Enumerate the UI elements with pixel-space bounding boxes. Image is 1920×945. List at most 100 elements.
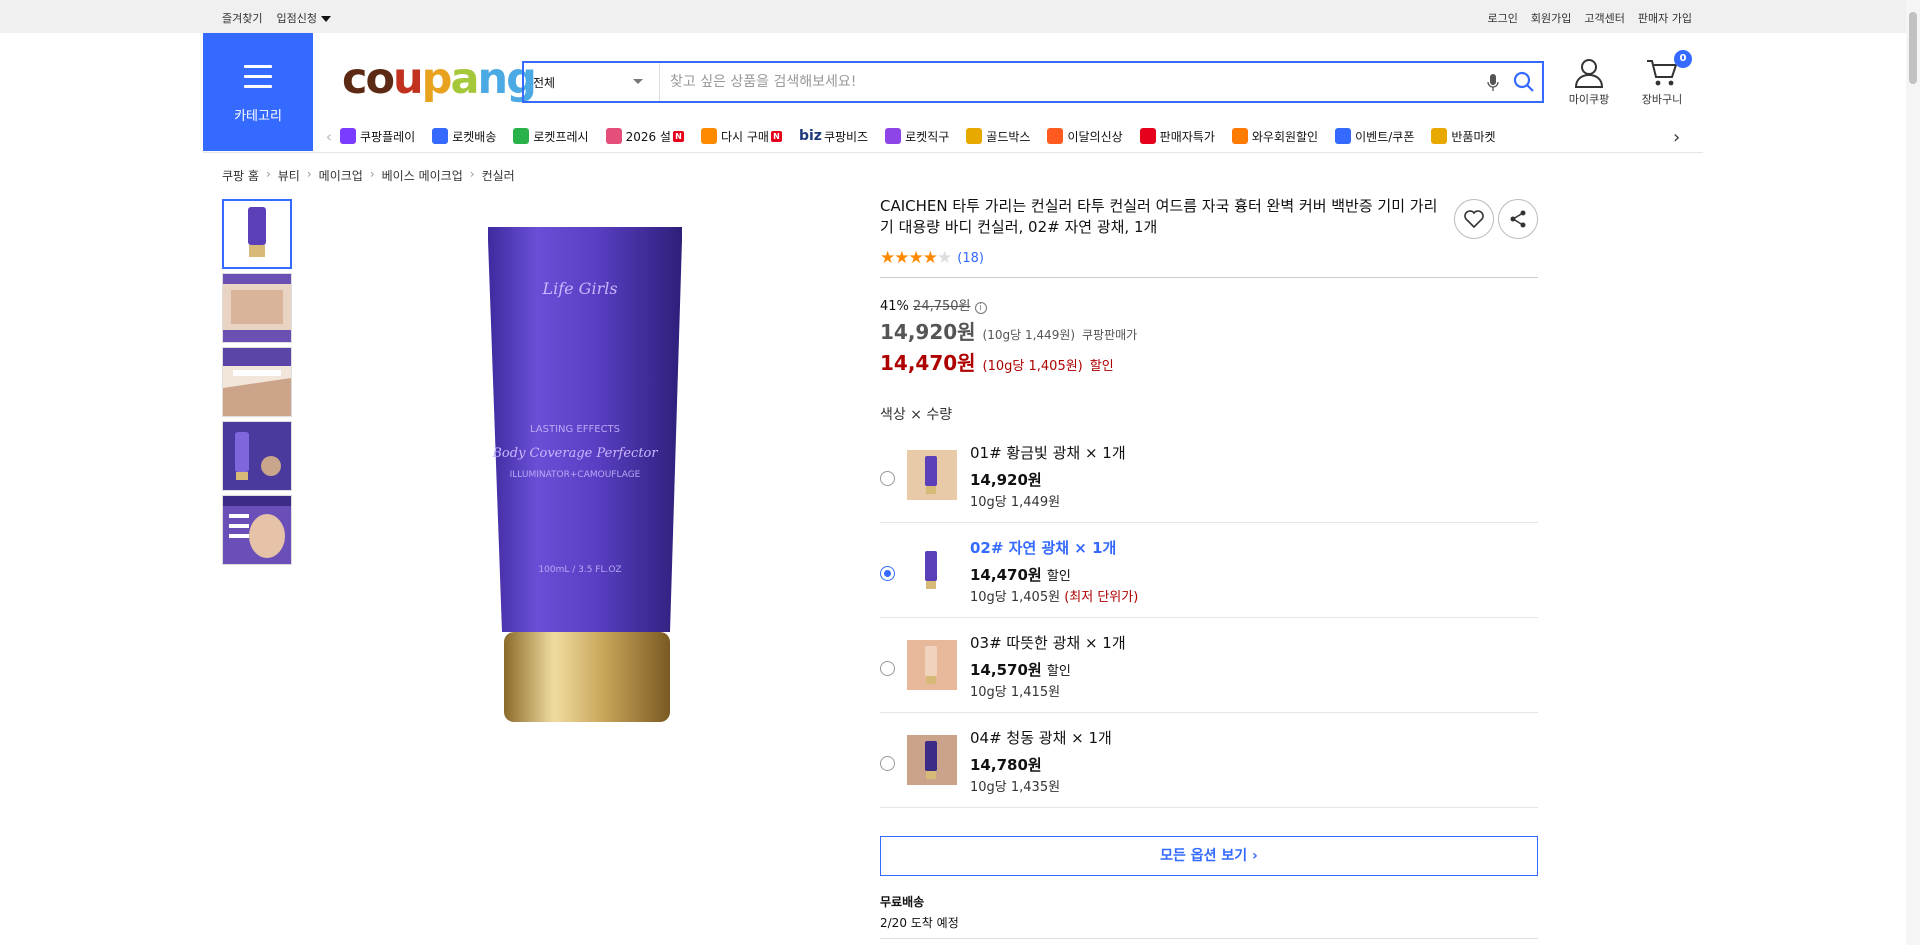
option-unit: 10g당 1,435원 [970,780,1061,795]
thumbnail-3[interactable] [222,347,292,417]
nav-item-7[interactable]: 골드박스 [966,128,1030,145]
new-badge: N [770,130,782,142]
seller-apply-link[interactable]: 입점신청 [276,10,331,26]
chevron-right-icon: › [369,167,375,181]
nav-item-2[interactable]: 로켓프레시 [513,128,589,145]
category-menu-button[interactable]: 카테고리 [203,33,313,151]
share-button[interactable] [1498,199,1538,239]
option-note: (최저 단위가) [1064,590,1139,605]
wishlist-button[interactable] [1454,199,1494,239]
option-list: 01# 황금빛 광채 × 1개 14,920원 10g당 1,449원 02# 자… [880,428,1538,808]
tube-text-4: 100mL / 3.5 FL.OZ [538,565,621,575]
star-icon: ★ [880,248,895,268]
nav-item-5[interactable]: biz 쿠팡비즈 [799,128,868,145]
top-utility-bar: 즐겨찾기 입점신청 로그인 회원가입 고객센터 판매자 가입 [0,0,1920,33]
search-icon[interactable] [1512,70,1536,94]
breadcrumb-item[interactable]: 컨실러 [482,167,515,184]
option-item[interactable]: 03# 따뜻한 광채 × 1개 14,570원 할인 10g당 1,415원 [880,618,1538,713]
nav-item-label: 쿠팡플레이 [360,129,416,144]
rating-row[interactable]: ★★★★★ (18) [880,248,1538,268]
seller-signup-link[interactable]: 판매자 가입 [1638,10,1692,26]
shipping-divider [880,938,1538,939]
nav-item-label: 2026 설 [625,129,671,144]
option-radio[interactable] [880,566,895,581]
nav-item-11[interactable]: 이벤트/쿠폰 [1335,128,1414,145]
microphone-icon[interactable] [1486,73,1500,93]
nav-item-icon [1231,128,1248,144]
discount-rate: 41% [880,299,909,314]
nav-item-6[interactable]: 로켓직구 [885,128,949,145]
info-icon[interactable]: i [974,302,987,314]
thumbnail-4[interactable] [222,421,292,491]
nav-item-4[interactable]: 다시 구매 N [700,128,782,145]
option-radio[interactable] [880,471,895,486]
nav-item-10[interactable]: 와우회원할인 [1231,128,1318,145]
search-bar: 전체 [522,61,1544,103]
scrollbar-thumb[interactable] [1909,12,1917,84]
thumbnail-2[interactable] [222,273,292,343]
nav-item-8[interactable]: 이달의신상 [1047,128,1123,145]
option-price: 14,780원 [970,756,1042,774]
nav-next-icon[interactable]: › [1673,127,1680,148]
search-input[interactable] [664,65,1454,99]
chevron-down-icon [633,79,643,84]
star-icon: ★ [922,248,938,268]
nav-item-12[interactable]: 반품마켓 [1431,128,1496,145]
coupang-logo[interactable]: coupang [342,54,537,104]
nav-item-9[interactable]: 판매자특가 [1139,128,1215,145]
favorites-link[interactable]: 즐겨찾기 [222,10,262,26]
thumbnail-list [222,199,294,569]
option-item[interactable]: 02# 자연 광채 × 1개 14,470원 할인 10g당 1,405원 (최저 … [880,523,1538,618]
nav-item-label: 로켓직구 [905,129,950,144]
option-item[interactable]: 01# 황금빛 광채 × 1개 14,920원 10g당 1,449원 [880,428,1538,523]
nav-item-label: 이달의신상 [1067,129,1123,144]
nav-item-icon [1335,128,1352,144]
thumbnail-1[interactable] [222,199,292,269]
seller-apply-label: 입점신청 [276,12,317,25]
nav-item-icon [432,128,449,144]
nav-item-label: 쿠팡비즈 [823,129,869,144]
page-scrollbar[interactable] [1906,0,1920,945]
login-link[interactable]: 로그인 [1488,10,1518,26]
title-divider [880,277,1538,278]
all-options-button[interactable]: 모든 옵션 보기 › [880,836,1538,876]
tube-text-2: Body Coverage Perfector [491,446,658,461]
option-unit: 10g당 1,405원 [970,590,1061,605]
breadcrumb-item[interactable]: 뷰티 [278,167,300,184]
customer-center-link[interactable]: 고객센터 [1584,10,1624,26]
nav-item-0[interactable]: 쿠팡플레이 [340,128,415,145]
mycoupang-button[interactable]: 마이쿠팡 [1564,58,1614,107]
option-price: 14,570원 [970,661,1042,679]
tube-brand-text: Life Girls [541,279,617,298]
cart-label: 장바구니 [1641,93,1683,106]
option-radio[interactable] [880,756,895,771]
chevron-right-icon: › [469,167,475,181]
thumbnail-5[interactable] [222,495,292,565]
signup-link[interactable]: 회원가입 [1531,10,1571,26]
nav-item-label: 이벤트/쿠폰 [1355,129,1415,144]
option-unit: 10g당 1,449원 [970,495,1061,510]
nav-prev-icon[interactable]: ‹ [318,127,340,146]
breadcrumb-item[interactable]: 베이스 메이크업 [382,167,463,184]
new-badge: N [672,130,684,142]
option-item[interactable]: 04# 청동 광채 × 1개 14,780원 10g당 1,435원 [880,713,1538,808]
nav-item-3[interactable]: 2026 설N [605,128,684,145]
breadcrumb-item[interactable]: 쿠팡 홈 [222,167,259,184]
nav-item-icon [605,128,622,144]
option-thumbnail [907,640,957,690]
coupang-unit-price: (10g당 1,449원) [982,328,1076,342]
cart-button[interactable]: 0 장바구니 [1636,50,1692,107]
search-category-select[interactable]: 전체 [524,63,660,101]
breadcrumb: 쿠팡 홈 › 뷰티 › 메이크업 › 베이스 메이크업 › 컨실러 [222,167,515,184]
option-radio[interactable] [880,661,895,676]
tube-text-1: LASTING EFFECTS [530,424,620,435]
option-name: 03# 따뜻한 광채 × 1개 [970,634,1126,652]
cart-count-badge: 0 [1674,50,1692,68]
star-icon: ★ [894,248,909,268]
breadcrumb-item[interactable]: 메이크업 [319,167,363,184]
nav-item-1[interactable]: 로켓배송 [432,128,496,145]
coupang-price-label: 쿠팡판매가 [1082,328,1138,342]
review-count[interactable]: (18) [957,251,984,266]
nav-item-label: 반품마켓 [1451,129,1496,144]
option-price: 14,470원 [970,566,1042,584]
